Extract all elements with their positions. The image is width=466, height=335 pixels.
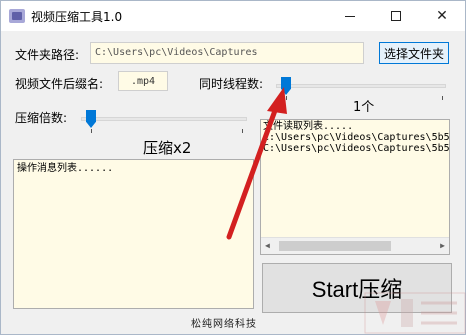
threads-label: 同时线程数: (199, 77, 264, 91)
select-folder-button[interactable]: 选择文件夹 (379, 42, 449, 64)
compress-slider-track[interactable] (81, 117, 247, 121)
compress-slider-tick (242, 129, 243, 133)
watermark-logo (364, 292, 466, 334)
threads-slider-tick (442, 96, 443, 100)
list-item: C:\Users\pc\Videos\Captures\5b5 (263, 132, 450, 143)
title-bar: 视频压缩工具1.0 ✕ (1, 1, 465, 31)
compress-value: 压缩x2 (143, 139, 192, 157)
close-button[interactable]: ✕ (419, 1, 465, 31)
horizontal-scrollbar[interactable]: ◀ ▶ (261, 237, 449, 254)
window-title: 视频压缩工具1.0 (31, 10, 123, 24)
threads-slider-thumb[interactable] (281, 77, 291, 95)
threads-slider-track[interactable] (276, 84, 446, 88)
compress-slider-thumb[interactable] (86, 110, 96, 128)
maximize-button[interactable] (373, 1, 419, 31)
threads-slider-tick (286, 96, 287, 100)
close-icon: ✕ (436, 8, 448, 24)
app-window: 视频压缩工具1.0 ✕ 文件夹路径: C:\Users\pc\Videos\Ca… (0, 0, 466, 335)
minimize-icon (345, 15, 355, 17)
scroll-right-icon[interactable]: ▶ (440, 241, 445, 250)
minimize-button[interactable] (327, 1, 373, 31)
threads-value: 1个 (353, 100, 375, 115)
scroll-left-icon[interactable]: ◀ (265, 241, 270, 250)
compress-slider-tick (91, 129, 92, 133)
footer-text: 松纯网络科技 (191, 319, 257, 330)
message-list[interactable]: 操作消息列表...... (13, 159, 254, 309)
file-read-list[interactable]: 文件读取列表..... C:\Users\pc\Videos\Captures\… (260, 119, 450, 255)
folder-path-label: 文件夹路径: (15, 48, 80, 62)
list-item: C:\Users\pc\Videos\Captures\5b5 (263, 143, 450, 154)
suffix-label: 视频文件后缀名: (15, 77, 104, 91)
list-item: 文件读取列表..... (263, 121, 354, 132)
compress-label: 压缩倍数: (15, 111, 68, 125)
app-icon (9, 9, 25, 23)
message-list-header: 操作消息列表...... (17, 163, 114, 174)
suffix-field[interactable]: .mp4 (118, 71, 168, 91)
maximize-icon (391, 11, 401, 21)
folder-path-field[interactable]: C:\Users\pc\Videos\Captures (90, 42, 364, 64)
scrollbar-thumb[interactable] (279, 241, 391, 251)
